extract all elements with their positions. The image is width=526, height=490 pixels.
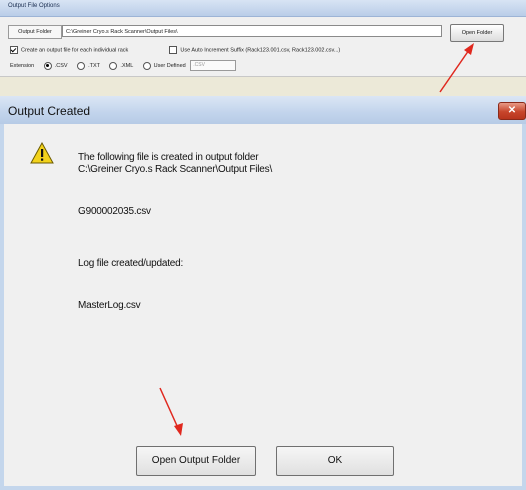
log-message: Log file created/updated: <box>78 258 184 269</box>
message-line-2: C:\Greiner Cryo.s Rack Scanner\Output Fi… <box>78 164 273 175</box>
extension-radio-txt[interactable] <box>77 61 86 70</box>
extension-radio-xml[interactable] <box>109 61 118 70</box>
create-file-label: Create an output file for each individua… <box>21 47 129 54</box>
user-defined-extension-input[interactable]: .CSV <box>190 60 237 71</box>
extension-csv-label: .CSV <box>54 62 68 69</box>
warning-icon <box>30 142 54 164</box>
ok-button[interactable]: OK <box>276 446 394 476</box>
extension-user-defined-label: User Defined <box>153 62 186 69</box>
open-folder-button[interactable]: Open Folder <box>450 24 504 42</box>
create-file-checkbox[interactable] <box>10 46 18 54</box>
extension-txt-label: .TXT <box>88 62 100 69</box>
output-file-options-panel: Output File Options Output Folder C:\Gre… <box>0 0 526 77</box>
auto-increment-checkbox[interactable] <box>169 46 178 54</box>
output-folder-label: Output Folder <box>8 25 62 39</box>
extension-label: Extension <box>10 62 35 69</box>
create-file-row: Create an output file for each individua… <box>10 46 340 54</box>
extension-radio-user-defined[interactable] <box>142 61 151 70</box>
output-folder-path-field[interactable]: C:\Greiner Cryo.s Rack Scanner\Output Fi… <box>62 25 442 37</box>
dialog-body: The following file is created in output … <box>4 124 522 486</box>
options-title: Output File Options <box>8 3 60 9</box>
output-created-dialog: Output Created ✕ The following file is c… <box>0 96 526 490</box>
close-icon[interactable]: ✕ <box>498 102 526 120</box>
extension-row: Extension .CSV .TXT .XML User Defined .C… <box>10 60 237 71</box>
dialog-titlebar: Output Created ✕ <box>0 96 526 124</box>
message-line-1: The following file is created in output … <box>78 152 259 163</box>
open-output-folder-button[interactable]: Open Output Folder <box>136 446 256 476</box>
extension-radio-csv[interactable] <box>43 61 52 70</box>
dialog-title: Output Created <box>8 104 91 118</box>
extension-xml-label: .XML <box>120 62 134 69</box>
options-titlebar: Output File Options <box>0 0 526 17</box>
created-file-name: G900002035.csv <box>78 206 151 217</box>
auto-increment-label: Use Auto Increment Suffix (Rack123.001.c… <box>180 47 341 54</box>
log-file-name: MasterLog.csv <box>78 300 141 311</box>
